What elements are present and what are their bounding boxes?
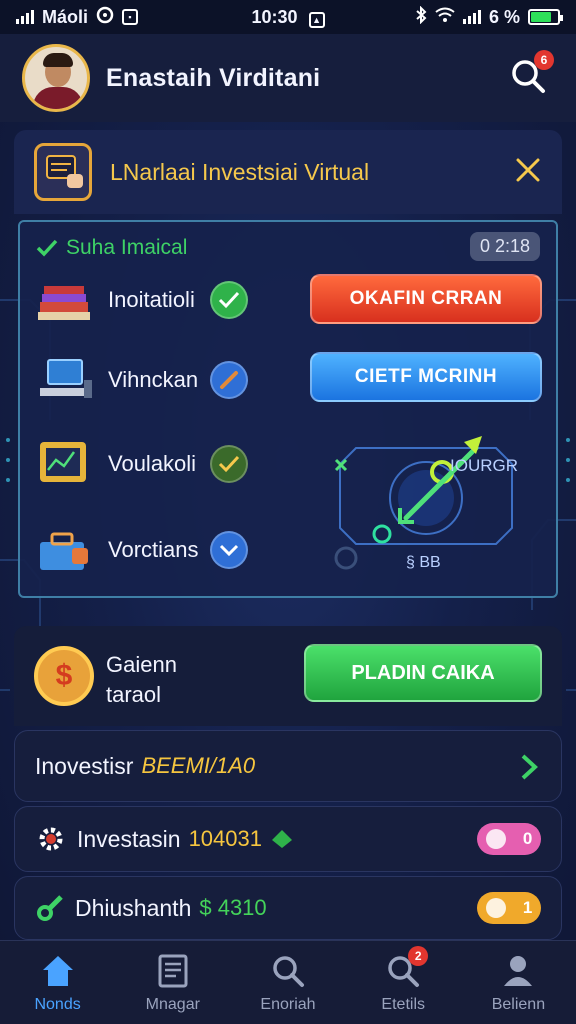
status-pill[interactable]: 1 (477, 892, 541, 924)
nav-profile[interactable]: Belienn (461, 941, 576, 1024)
close-button[interactable] (512, 154, 544, 186)
nav-details[interactable]: 2 Etetils (346, 941, 461, 1024)
gains-title-line2: taraol (106, 682, 162, 707)
search-badge-icon: 2 (384, 945, 429, 990)
timer-badge: 0 2:18 (469, 232, 540, 261)
task-label: Inoitatioli (108, 287, 195, 312)
cell-signal-icon (462, 10, 481, 24)
notification-badge: 6 (534, 50, 554, 70)
check-icon (36, 239, 58, 257)
portfolio-icon (34, 143, 92, 201)
news-icon (158, 954, 188, 987)
chevron-down-icon (219, 544, 239, 557)
panel-status: Suha Imaical (36, 236, 187, 260)
clock: 10:30 (251, 6, 298, 27)
task-status-check[interactable] (210, 445, 248, 483)
bottom-nav: Nonds Mnagar Enoriah 2 Etetils Belienn (0, 940, 576, 1024)
alert-icon: ▲ (308, 11, 325, 28)
gains-card: $ Gaienn taraol PLADIN CAIKA (14, 626, 562, 726)
nav-news[interactable]: Mnagar (115, 941, 230, 1024)
computer-icon (34, 352, 94, 408)
task-status-edit[interactable] (210, 361, 248, 399)
row-label: Dhiushanth (75, 894, 192, 921)
status-pill[interactable]: 0 (477, 823, 541, 855)
nav-label: Nonds (34, 995, 81, 1013)
row-label: Investasin (77, 825, 181, 852)
list-item[interactable]: Dhiushanth $ 4310 1 (14, 876, 562, 940)
avatar[interactable] (22, 44, 90, 112)
row-value: 104031 (188, 826, 262, 851)
key-icon (37, 895, 63, 921)
diagram-label: IOURGR (450, 456, 518, 475)
toolbox-icon (34, 522, 94, 578)
battery-icon (528, 9, 563, 25)
list-item[interactable]: Inovestisr BEEMI/1A0 (14, 730, 562, 802)
user-name: Enastaih Virditani (106, 63, 321, 92)
nav-home[interactable]: Nonds (0, 941, 115, 1024)
signal-icon (16, 10, 34, 24)
close-icon (516, 158, 540, 182)
circuit-target-graphic (334, 436, 513, 570)
nav-label: Etetils (381, 995, 425, 1013)
nav-badge: 2 (408, 945, 429, 966)
task-label: Voulakoli (108, 451, 197, 476)
row-value: BEEMI/1A0 (141, 753, 256, 778)
status-bar: Máoli ▪ 10:30 ▲ 6 % (0, 0, 576, 34)
leaf-icon (271, 830, 292, 848)
list-item[interactable]: Investasin 104031 0 (14, 806, 562, 872)
home-icon (42, 955, 73, 986)
nav-label: Belienn (491, 995, 546, 1013)
check-icon (218, 291, 240, 309)
row-label: Inovestisr (35, 752, 134, 779)
carrier-name: Máoli (42, 6, 89, 27)
message-icon: ▪ (122, 9, 139, 25)
row-value: $ 4310 (199, 895, 267, 920)
virtual-investment-banner: LNarlaai Investsiai Virtual (14, 130, 562, 214)
task-status-expand[interactable] (210, 531, 248, 569)
panel-status-text: Suha Imaical (66, 236, 188, 259)
task-item[interactable]: Vorctians (34, 520, 248, 580)
chart-monitor-icon (34, 436, 94, 492)
gains-title: Gaienn taraol (106, 650, 177, 710)
profile-icon (504, 955, 533, 986)
tasks-panel: Suha Imaical 0 2:18 Inoitatioli Vihnckan (18, 220, 558, 598)
coin-icon: $ (34, 646, 94, 706)
gains-title-line1: Gaienn (106, 652, 177, 677)
task-item[interactable]: Vihnckan (34, 350, 248, 410)
gear-icon (39, 827, 63, 851)
pencil-icon (220, 371, 238, 389)
nav-label: Enoriah (260, 995, 316, 1013)
battery-percent: 6 % (488, 6, 520, 27)
diagram-code: § BB (406, 554, 441, 571)
banner-title: LNarlaai Investsiai Virtual (110, 158, 370, 185)
secondary-action-button[interactable]: CIETF MCRINH (310, 352, 542, 402)
nav-search[interactable]: Enoriah (230, 941, 345, 1024)
app-header: Enastaih Virditani 6 (0, 34, 576, 122)
notification-icon (96, 6, 114, 29)
chevron-right-icon (521, 754, 538, 780)
search-icon (273, 955, 304, 987)
plan-button[interactable]: PLADIN CAIKA (304, 644, 542, 702)
wifi-icon (435, 7, 455, 28)
books-icon (34, 272, 94, 328)
primary-action-button[interactable]: OKAFIN CRRAN (310, 274, 542, 324)
task-item[interactable]: Voulakoli (34, 434, 248, 494)
search-button[interactable]: 6 (508, 50, 554, 98)
task-status-check[interactable] (210, 281, 248, 319)
task-label: Vorctians (108, 537, 199, 562)
check-icon (218, 455, 240, 473)
bluetooth-icon (415, 5, 427, 29)
task-label: Vihnckan (108, 367, 199, 392)
task-item[interactable]: Inoitatioli (34, 270, 248, 330)
nav-label: Mnagar (145, 995, 200, 1013)
